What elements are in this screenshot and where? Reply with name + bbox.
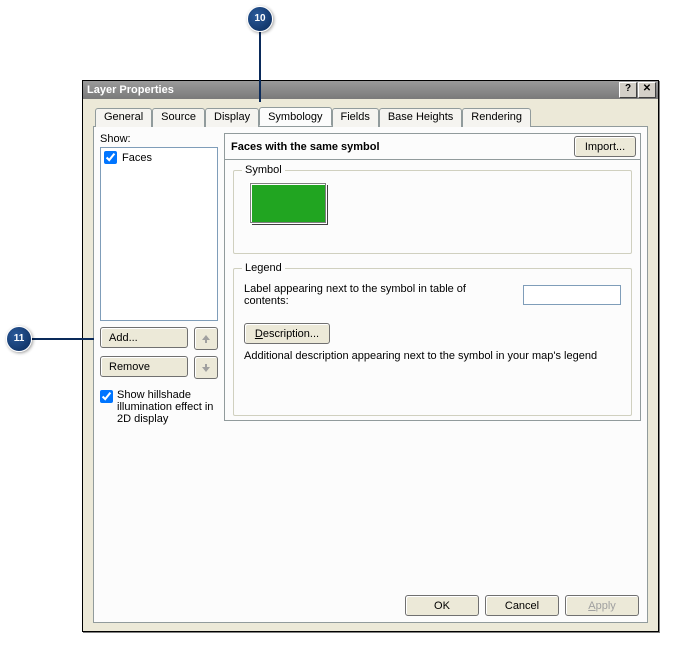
description-button-label: Description...	[255, 328, 319, 340]
window-body: General Source Display Symbology Fields …	[83, 99, 658, 631]
left-column: Show: Faces Add... Remov	[100, 133, 218, 587]
show-item-faces[interactable]: Faces	[103, 150, 215, 165]
right-header: Faces with the same symbol Import...	[224, 133, 641, 159]
symbol-group: Symbol	[233, 170, 632, 254]
hillshade-checkbox[interactable]	[100, 390, 113, 403]
description-help-text: Additional description appearing next to…	[244, 350, 621, 362]
symbol-swatch[interactable]	[250, 183, 326, 223]
window-title: Layer Properties	[87, 84, 174, 96]
ok-button[interactable]: OK	[405, 595, 479, 616]
titlebar-buttons: ? ✕	[619, 82, 656, 98]
faces-label: Faces	[122, 152, 152, 164]
tab-symbology[interactable]: Symbology	[259, 107, 331, 126]
import-button[interactable]: Import...	[574, 136, 636, 157]
tab-strip: General Source Display Symbology Fields …	[95, 108, 648, 127]
right-column: Faces with the same symbol Import... Sym…	[224, 133, 641, 587]
remove-row: Remove	[100, 356, 218, 379]
move-down-button[interactable]	[194, 356, 218, 379]
dialog-buttons: OK Cancel Apply	[100, 595, 641, 616]
tab-rendering[interactable]: Rendering	[462, 108, 531, 127]
tab-general[interactable]: General	[95, 108, 152, 127]
symbol-group-title: Symbol	[242, 164, 285, 176]
apply-button[interactable]: Apply	[565, 595, 639, 616]
arrow-down-icon	[201, 363, 211, 373]
show-list[interactable]: Faces	[100, 147, 218, 321]
move-up-button[interactable]	[194, 327, 218, 350]
callout-11: 11	[6, 326, 32, 352]
close-button[interactable]: ✕	[638, 82, 656, 98]
add-row: Add...	[100, 327, 218, 350]
cancel-button[interactable]: Cancel	[485, 595, 559, 616]
help-button[interactable]: ?	[619, 82, 637, 98]
callout-11-line	[30, 338, 94, 340]
callout-10: 10	[247, 6, 273, 32]
panel-content: Show: Faces Add... Remov	[100, 133, 641, 587]
tab-panel: Show: Faces Add... Remov	[93, 126, 648, 623]
legend-label-input[interactable]	[523, 285, 621, 305]
description-button[interactable]: Description...	[244, 323, 330, 344]
tab-base-heights[interactable]: Base Heights	[379, 108, 462, 127]
arrow-up-icon	[201, 334, 211, 344]
remove-button[interactable]: Remove	[100, 356, 188, 377]
legend-label-text: Label appearing next to the symbol in ta…	[244, 283, 513, 307]
legend-label-row: Label appearing next to the symbol in ta…	[244, 283, 621, 307]
dialog-window: Layer Properties ? ✕ General Source Disp…	[82, 80, 659, 632]
faces-checkbox[interactable]	[104, 151, 117, 164]
tab-fields[interactable]: Fields	[332, 108, 379, 127]
apply-button-label: Apply	[588, 600, 616, 612]
hillshade-row: Show hillshade illumination effect in 2D…	[100, 389, 218, 425]
legend-group-title: Legend	[242, 262, 285, 274]
right-body: Symbol Legend Label appearing next to th…	[224, 159, 641, 421]
hillshade-label: Show hillshade illumination effect in 2D…	[117, 389, 218, 425]
add-button[interactable]: Add...	[100, 327, 188, 348]
show-label: Show:	[100, 133, 218, 145]
right-header-title: Faces with the same symbol	[231, 141, 380, 153]
callout-10-line	[259, 30, 261, 102]
tab-source[interactable]: Source	[152, 108, 205, 127]
tab-display[interactable]: Display	[205, 108, 259, 127]
titlebar: Layer Properties ? ✕	[83, 81, 658, 99]
legend-group: Legend Label appearing next to the symbo…	[233, 268, 632, 416]
